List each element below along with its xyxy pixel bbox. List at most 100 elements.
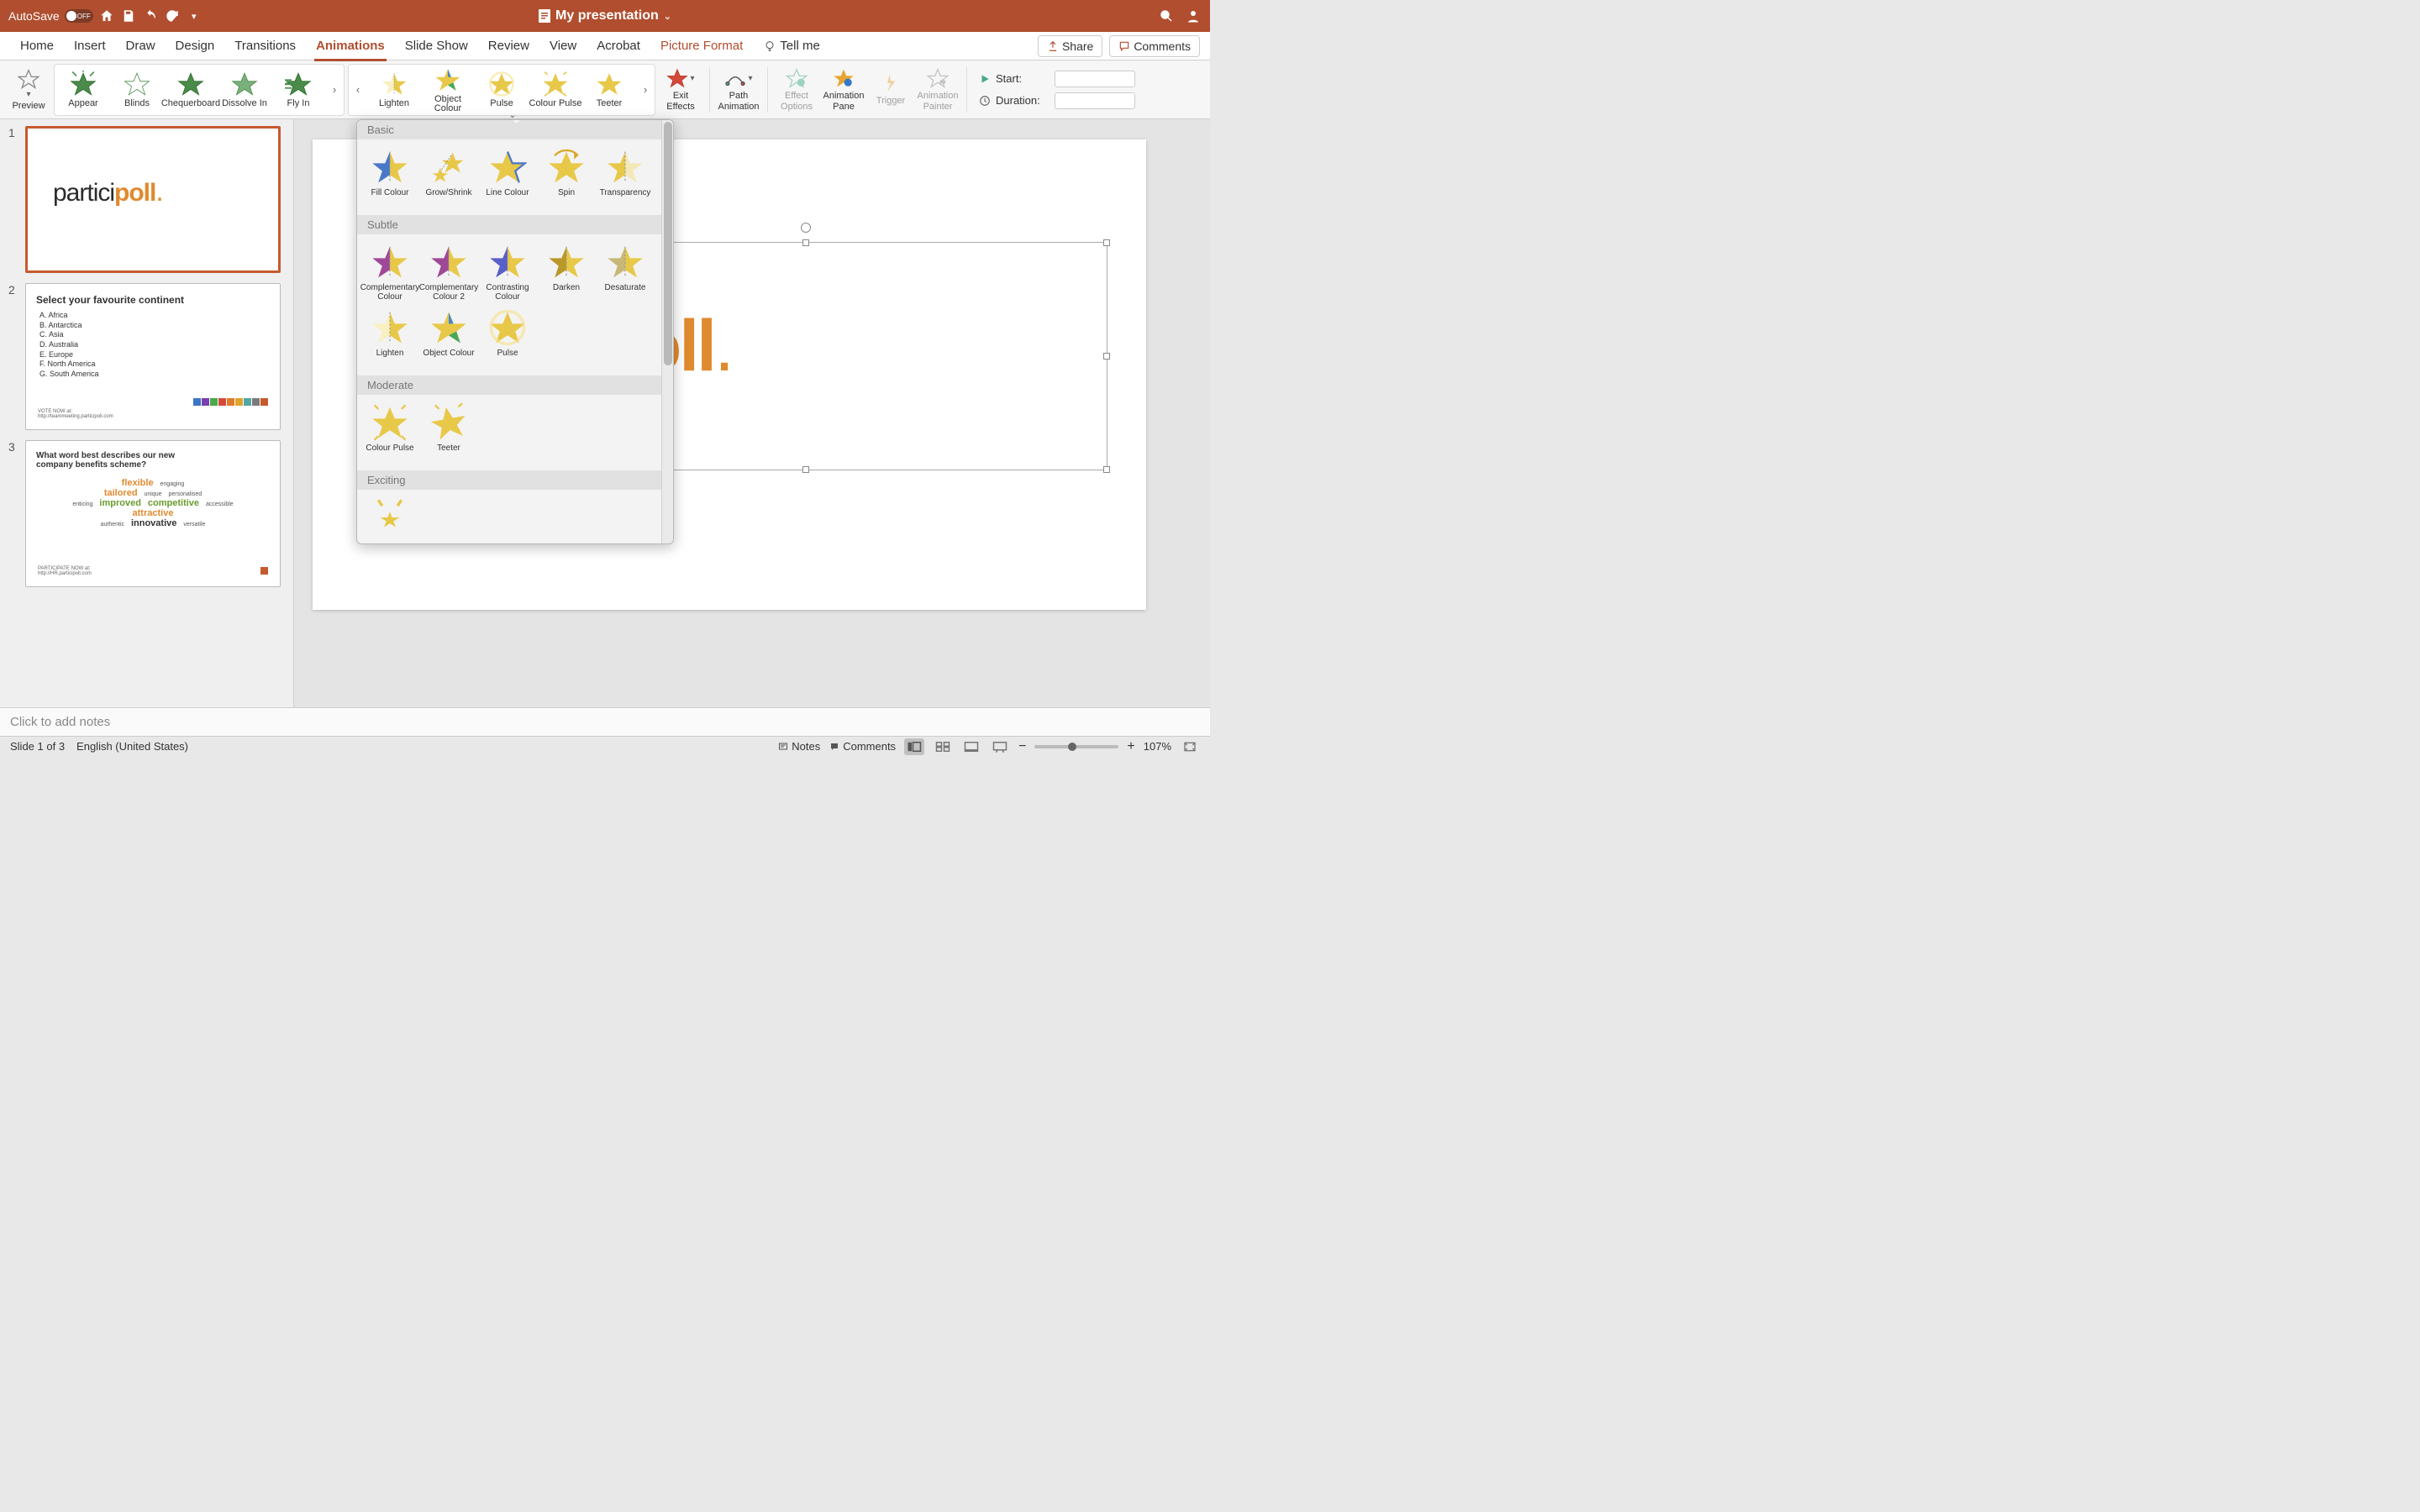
star-icon [231,71,258,97]
tell-me[interactable]: Tell me [753,39,830,53]
effect-pulse[interactable]: Pulse [478,305,537,370]
star-icon [596,71,623,97]
tab-transitions[interactable]: Transitions [224,32,306,60]
sorter-view-button[interactable] [933,738,953,755]
tab-picture-format[interactable]: Picture Format [650,32,753,60]
effect-complementary-colour-2[interactable]: Complementary Colour 2 [419,239,478,305]
tab-design[interactable]: Design [166,32,225,60]
undo-icon[interactable] [142,8,159,24]
effect-object-colour[interactable]: Object Colour [419,305,478,370]
effect-line-colour[interactable]: Line Colour [478,144,537,210]
star-icon [429,148,468,186]
entrance-appear[interactable]: Appear [56,66,110,114]
star-icon [547,148,586,186]
reading-view-button[interactable] [961,738,981,755]
emphasis-prev-arrow[interactable]: ‹ [350,66,366,114]
tab-draw[interactable]: Draw [116,32,166,60]
slide-thumb-3[interactable]: What word best describes our new company… [25,440,281,587]
chevron-down-icon[interactable]: ⌄ [664,11,671,22]
comments-button[interactable]: Comments [1109,35,1200,57]
emphasis-lighten[interactable]: Lighten [367,66,421,114]
effect-contrasting-colour[interactable]: Contrasting Colour [478,239,537,305]
slide-thumb-1[interactable]: participoll. [25,126,281,273]
resize-handle[interactable] [1103,466,1110,473]
start-dropdown[interactable] [1055,71,1135,87]
effect-complementary-colour[interactable]: Complementary Colour [360,239,419,305]
scrollbar-thumb[interactable] [664,122,672,365]
duration-input[interactable] [1055,92,1135,109]
tab-home[interactable]: Home [10,32,64,60]
zoom-in-button[interactable]: + [1127,739,1134,754]
resize-handle[interactable] [1103,239,1110,246]
thumbnail-panel[interactable]: 1 participoll. 2 Select your favourite c… [0,119,294,707]
effect-unknown[interactable] [360,495,419,543]
emphasis-pulse[interactable]: Pulse [475,66,529,114]
star-icon [429,403,468,442]
emphasis-next-arrow[interactable]: › [638,66,653,114]
comments-toggle[interactable]: Comments [829,740,896,753]
trigger-button: Trigger [869,64,913,116]
tab-view[interactable]: View [539,32,587,60]
entrance-chequerboard[interactable]: Chequerboard [164,66,218,114]
path-animation-button[interactable]: ▾ Path Animation [717,64,760,116]
zoom-slider[interactable] [1034,745,1118,748]
slide-thumb-2[interactable]: Select your favourite continent A. Afric… [25,283,281,430]
star-icon [429,243,468,281]
qat-customize-icon[interactable]: ▾ [186,8,203,24]
effect-colour-pulse[interactable]: Colour Pulse [360,400,419,465]
entrance-next-arrow[interactable]: › [327,66,342,114]
zoom-out-button[interactable]: − [1018,739,1026,754]
tab-acrobat[interactable]: Acrobat [587,32,650,60]
play-icon [979,73,991,85]
share-button[interactable]: Share [1038,35,1102,57]
thumb-number: 1 [8,126,20,273]
repeat-icon[interactable] [164,8,181,24]
effect-spin[interactable]: Spin [537,144,596,210]
emphasis-colour-pulse[interactable]: Colour Pulse [529,66,582,114]
home-icon[interactable] [98,8,115,24]
effect-fill-colour[interactable]: Fill Colour [360,144,419,210]
tab-insert[interactable]: Insert [64,32,116,60]
doc-title[interactable]: My presentation ⌄ [539,8,671,24]
entrance-dissolve-in[interactable]: Dissolve In [218,66,271,114]
zoom-slider-thumb[interactable] [1068,743,1076,751]
pane-icon [833,67,855,89]
slide-indicator[interactable]: Slide 1 of 3 [10,740,65,753]
rotate-handle[interactable] [801,223,811,233]
effect-lighten[interactable]: Lighten [360,305,419,370]
effect-desaturate[interactable]: Desaturate [596,239,655,305]
trigger-icon [880,72,902,94]
zoom-level[interactable]: 107% [1144,740,1171,753]
autosave-toggle[interactable]: OFF [65,9,93,23]
notes-pane[interactable]: Click to add notes [0,707,1210,736]
effect-teeter[interactable]: Teeter [419,400,478,465]
emphasis-teeter[interactable]: Teeter [582,66,636,114]
fit-to-window-button[interactable] [1180,738,1200,755]
language-indicator[interactable]: English (United States) [76,740,188,753]
resize-handle[interactable] [802,239,809,246]
dropdown-scrollbar[interactable] [661,120,673,543]
exit-effects-button[interactable]: ▾ Exit Effects [659,64,702,116]
effect-darken[interactable]: Darken [537,239,596,305]
effect-grow-shrink[interactable]: Grow/Shrink [419,144,478,210]
tab-animations[interactable]: Animations [306,32,395,60]
account-icon[interactable] [1185,8,1202,24]
star-icon [488,148,527,186]
notes-toggle[interactable]: Notes [777,740,820,753]
save-icon[interactable] [120,8,137,24]
emphasis-object-colour[interactable]: Object Colour [421,66,475,114]
animation-pane-button[interactable]: Animation Pane [822,64,865,116]
tab-slideshow[interactable]: Slide Show [395,32,478,60]
preview-button[interactable]: ▾ Preview [7,64,50,116]
entrance-fly-in[interactable]: Fly In [271,66,325,114]
gallery-expand-chevron[interactable]: ⌄ [501,111,524,119]
tab-review[interactable]: Review [478,32,539,60]
resize-handle[interactable] [802,466,809,473]
star-icon [488,71,515,97]
entrance-blinds[interactable]: Blinds [110,66,164,114]
resize-handle[interactable] [1103,353,1110,360]
normal-view-button[interactable] [904,738,924,755]
slideshow-view-button[interactable] [990,738,1010,755]
effect-transparency[interactable]: Transparency [596,144,655,210]
search-icon[interactable] [1158,8,1175,24]
